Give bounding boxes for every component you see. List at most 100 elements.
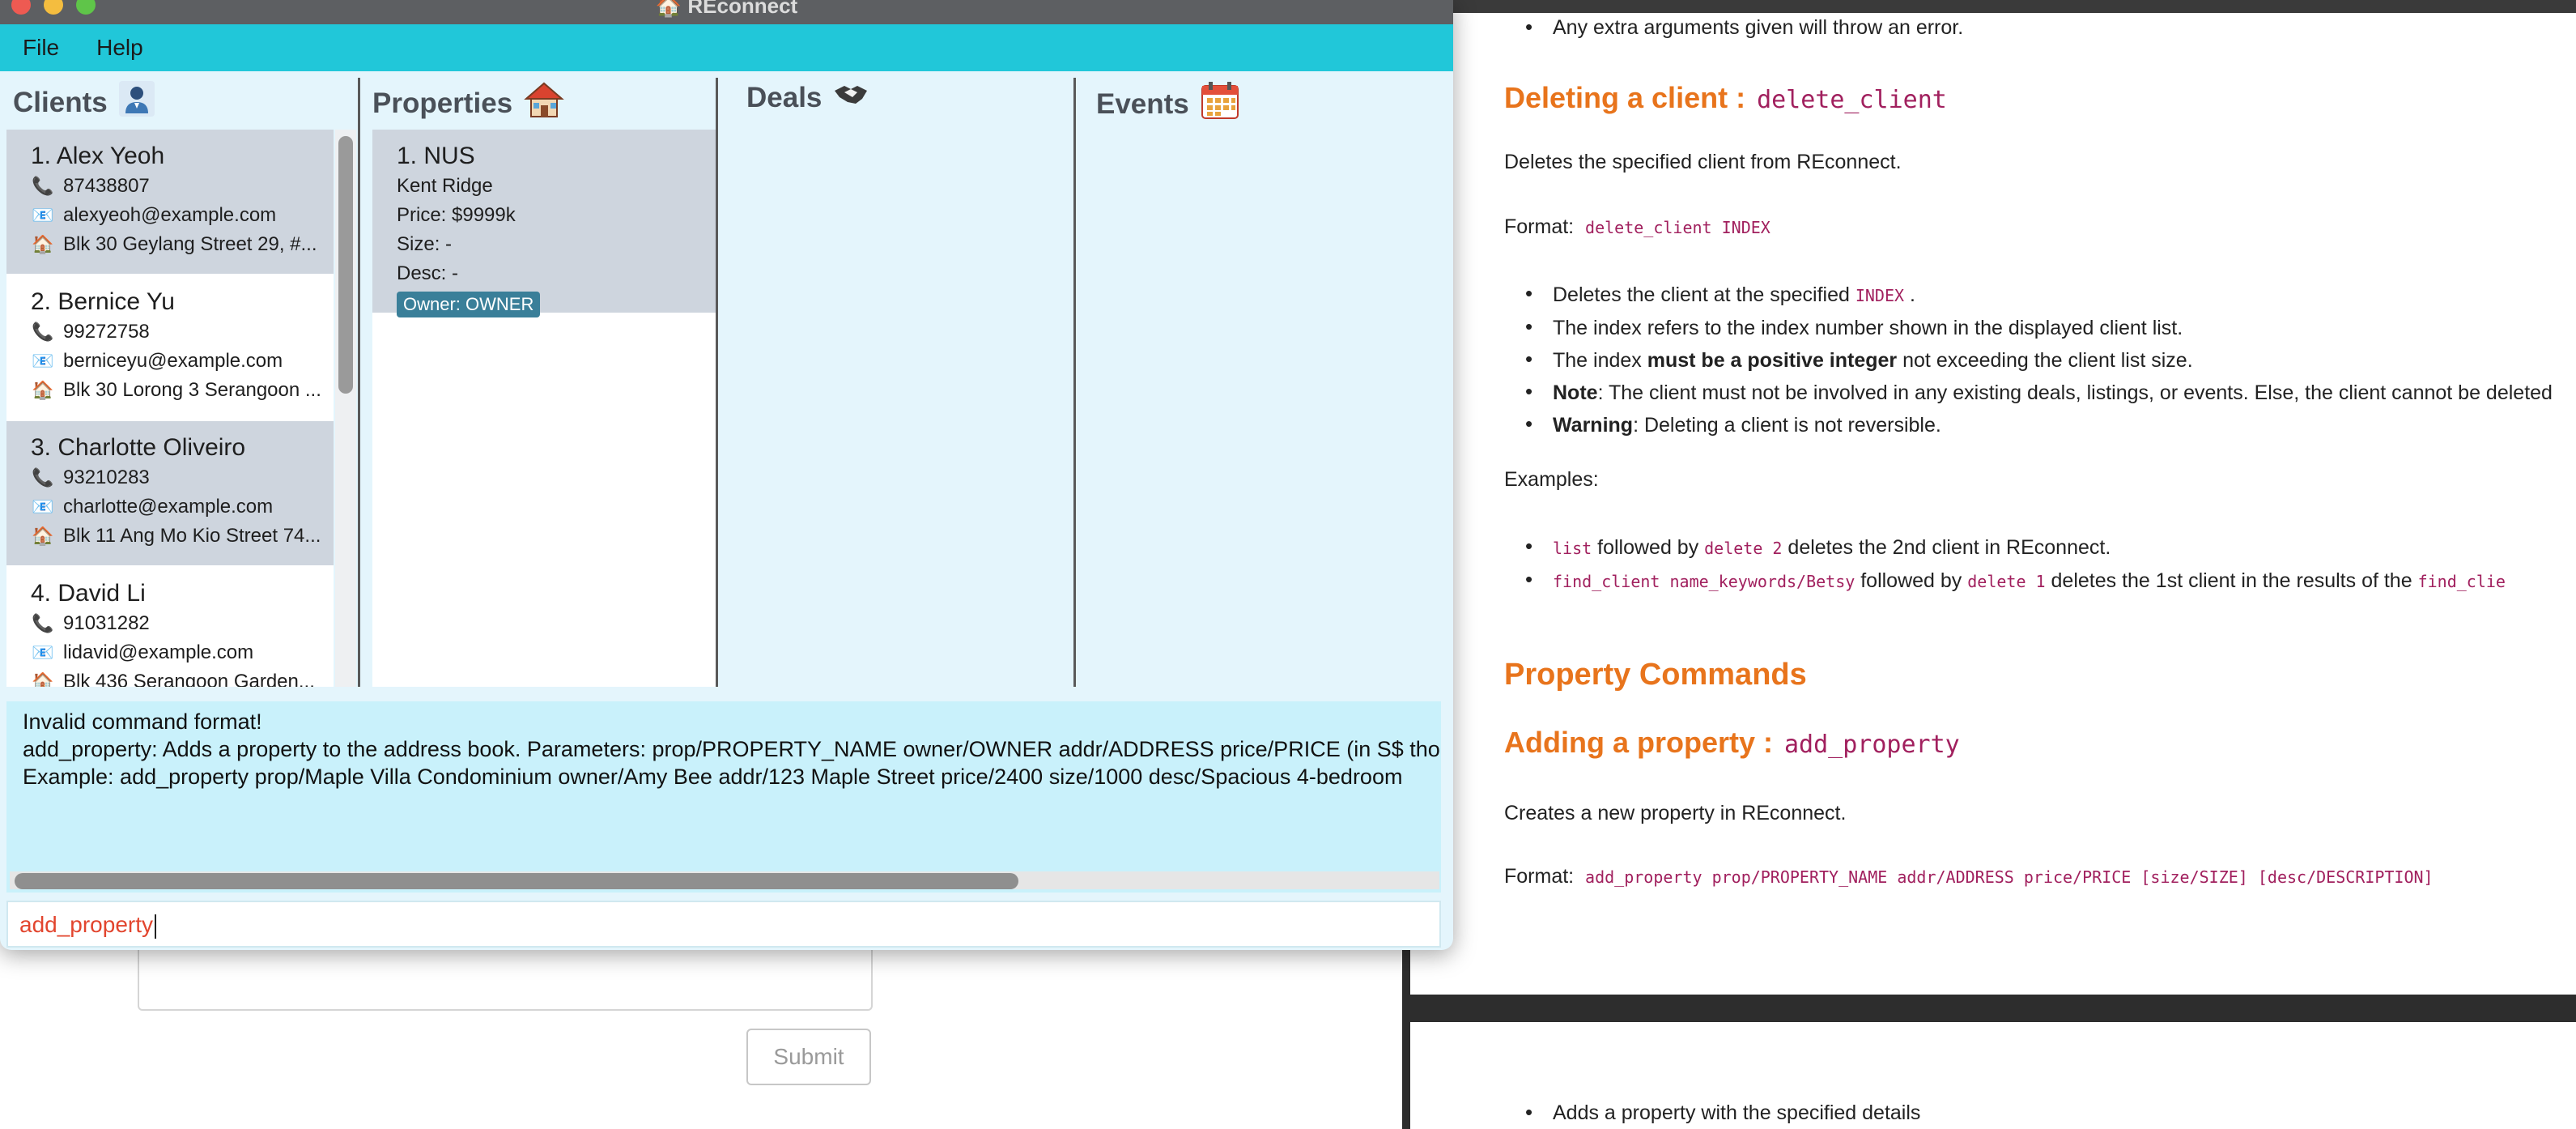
doc-separator bbox=[1402, 995, 2576, 1022]
house-icon: 🏠 bbox=[32, 380, 54, 400]
submit-button[interactable]: Submit bbox=[746, 1029, 871, 1085]
doc-bullet: Warning: Deleting a client is not revers… bbox=[1504, 407, 2553, 441]
code: INDEX bbox=[1855, 286, 1905, 305]
email-icon: 📧 bbox=[32, 351, 54, 371]
result-line: Example: add_property prop/Maple Villa C… bbox=[23, 765, 1403, 789]
title-bar[interactable]: 🏠 REconnect bbox=[0, 0, 1453, 24]
result-scrollbar-thumb[interactable] bbox=[15, 873, 1018, 889]
person-icon bbox=[118, 81, 155, 124]
heading-code: add_property bbox=[1784, 731, 1960, 759]
doc-bullet: Note: The client must not be involved in… bbox=[1504, 375, 2553, 409]
form-textarea[interactable] bbox=[138, 939, 873, 1011]
reconnect-window: 🏠 REconnect File Help Clients 1. Alex Ye… bbox=[0, 0, 1453, 950]
client-email: 📧 alexyeoh@example.com bbox=[31, 204, 334, 227]
property-desc: Desc: - bbox=[397, 262, 459, 284]
doc-bullet: Deletes the client at the specified INDE… bbox=[1504, 277, 2553, 312]
events-panel[interactable]: Events bbox=[1077, 78, 1453, 687]
email-icon: 📧 bbox=[32, 205, 54, 225]
phone-icon: 📞 bbox=[32, 467, 54, 488]
text-caret bbox=[155, 914, 157, 939]
handshake-icon bbox=[833, 81, 869, 114]
phone-text: 93210283 bbox=[63, 467, 150, 488]
window-title-text: REconnect bbox=[687, 0, 798, 18]
result-line: Invalid command format! bbox=[23, 709, 262, 734]
deals-title-text: Deals bbox=[746, 81, 823, 113]
owner-tag: Owner: OWNER bbox=[397, 292, 541, 317]
doc-bullet-list: Any extra arguments given will throw an … bbox=[1504, 15, 1963, 40]
properties-list[interactable]: 1. NUS Kent Ridge Price: $9999k Size: - … bbox=[372, 130, 716, 687]
text: followed by bbox=[1592, 536, 1705, 559]
text: . bbox=[1904, 283, 1915, 306]
properties-title-text: Properties bbox=[372, 87, 513, 119]
text: Deletes the client at the specified bbox=[1553, 283, 1855, 306]
text: deletes the 1st client in the results of… bbox=[2045, 569, 2418, 592]
doc-bullet: Adds a property with the specified detai… bbox=[1504, 1100, 1920, 1125]
deals-panel[interactable]: Deals bbox=[719, 78, 1073, 687]
delete-client-heading: Deleting a client : delete_client bbox=[1504, 81, 1947, 115]
client-address: 🏠 Blk 11 Ang Mo Kio Street 74... bbox=[31, 525, 334, 547]
code: find_clie bbox=[2417, 572, 2506, 591]
bold-text: Warning bbox=[1553, 414, 1634, 437]
property-card[interactable]: 1. NUS Kent Ridge Price: $9999k Size: - … bbox=[372, 130, 716, 317]
app-icon: 🏠 bbox=[655, 0, 682, 18]
menu-bar: File Help bbox=[0, 24, 1453, 71]
property-name: 1. NUS bbox=[397, 143, 475, 169]
examples-list: list followed by delete 2 deletes the 2n… bbox=[1504, 530, 2506, 598]
doc-bullet: The index refers to the index number sho… bbox=[1504, 310, 2553, 344]
text: followed by bbox=[1855, 569, 1968, 592]
address-text: Blk 30 Lorong 3 Serangoon ... bbox=[63, 379, 321, 401]
clients-list[interactable]: 1. Alex Yeoh 📞 87438807 📧 alexyeoh@example… bbox=[6, 130, 334, 687]
phone-text: 91031282 bbox=[63, 612, 150, 634]
heading-text: Property Commands bbox=[1504, 658, 1807, 692]
command-input[interactable]: add_property bbox=[6, 901, 1441, 948]
result-line: add_property: Adds a property to the add… bbox=[23, 737, 1440, 761]
code: delete 1 bbox=[1967, 572, 2046, 591]
delete-format: Format: delete_client INDEX bbox=[1504, 215, 1770, 239]
phone-text: 87438807 bbox=[63, 175, 150, 197]
client-email: 📧 lidavid@example.com bbox=[31, 641, 334, 664]
doc-top-bar bbox=[1402, 0, 2576, 13]
delete-notes-list: Deletes the client at the specified INDE… bbox=[1504, 277, 2553, 441]
house-icon bbox=[524, 81, 564, 126]
client-card[interactable]: 3. Charlotte Oliveiro 📞 93210283 📧 charlot… bbox=[6, 421, 334, 565]
panel-divider bbox=[358, 78, 360, 687]
delete-description: Deletes the specified client from REconn… bbox=[1504, 151, 1902, 173]
text: deletes the 2nd client in REconnect. bbox=[1782, 536, 2111, 559]
client-phone: 📞 99272758 bbox=[31, 321, 334, 343]
doc-bullet: The index must be a positive integer not… bbox=[1504, 343, 2553, 377]
phone-icon: 📞 bbox=[32, 176, 54, 196]
house-icon: 🏠 bbox=[32, 526, 54, 546]
user-guide-page: Any extra arguments given will throw an … bbox=[1402, 0, 2576, 1129]
clients-scrollbar-thumb[interactable] bbox=[338, 136, 353, 394]
address-text: Blk 11 Ang Mo Kio Street 74... bbox=[63, 525, 321, 547]
email-icon: 📧 bbox=[32, 496, 54, 517]
client-email: 📧 charlotte@example.com bbox=[31, 496, 334, 518]
code: find_client name_keywords/Betsy bbox=[1553, 572, 1855, 591]
panel-divider bbox=[716, 78, 718, 687]
client-card[interactable]: 1. Alex Yeoh 📞 87438807 📧 alexyeoh@example… bbox=[6, 130, 334, 274]
address-text: Blk 30 Geylang Street 29, #... bbox=[63, 233, 317, 255]
format-code: delete_client INDEX bbox=[1585, 218, 1770, 237]
clients-panel-title: Clients bbox=[13, 81, 155, 124]
menu-file[interactable]: File bbox=[15, 30, 67, 66]
examples-label: Examples: bbox=[1504, 468, 1599, 491]
format-code: add_property prop/PROPERTY_NAME addr/ADD… bbox=[1585, 867, 2434, 887]
window-title: 🏠 REconnect bbox=[0, 0, 1453, 19]
email-icon: 📧 bbox=[32, 642, 54, 662]
result-display[interactable]: Invalid command format! add_property: Ad… bbox=[6, 701, 1441, 893]
doc-bullet: find_client name_keywords/Betsy followed… bbox=[1504, 563, 2506, 598]
client-card[interactable]: 2. Bernice Yu 📞 99272758 📧 berniceyu@examp… bbox=[6, 275, 334, 420]
bold-text: must be a positive integer bbox=[1647, 349, 1898, 372]
events-title-text: Events bbox=[1096, 87, 1189, 120]
menu-help[interactable]: Help bbox=[88, 30, 151, 66]
client-phone: 📞 93210283 bbox=[31, 467, 334, 489]
house-icon: 🏠 bbox=[32, 234, 54, 254]
property-commands-heading: Property Commands bbox=[1504, 658, 1807, 692]
email-text: lidavid@example.com bbox=[63, 641, 254, 663]
code: list bbox=[1553, 539, 1592, 558]
client-address: 🏠 Blk 30 Geylang Street 29, #... bbox=[31, 233, 334, 256]
email-text: alexyeoh@example.com bbox=[63, 204, 277, 226]
client-name: 2. Bernice Yu bbox=[31, 288, 175, 315]
client-phone: 📞 91031282 bbox=[31, 612, 334, 635]
client-card[interactable]: 4. David Li 📞 91031282 📧 lidavid@example.c… bbox=[6, 567, 334, 687]
